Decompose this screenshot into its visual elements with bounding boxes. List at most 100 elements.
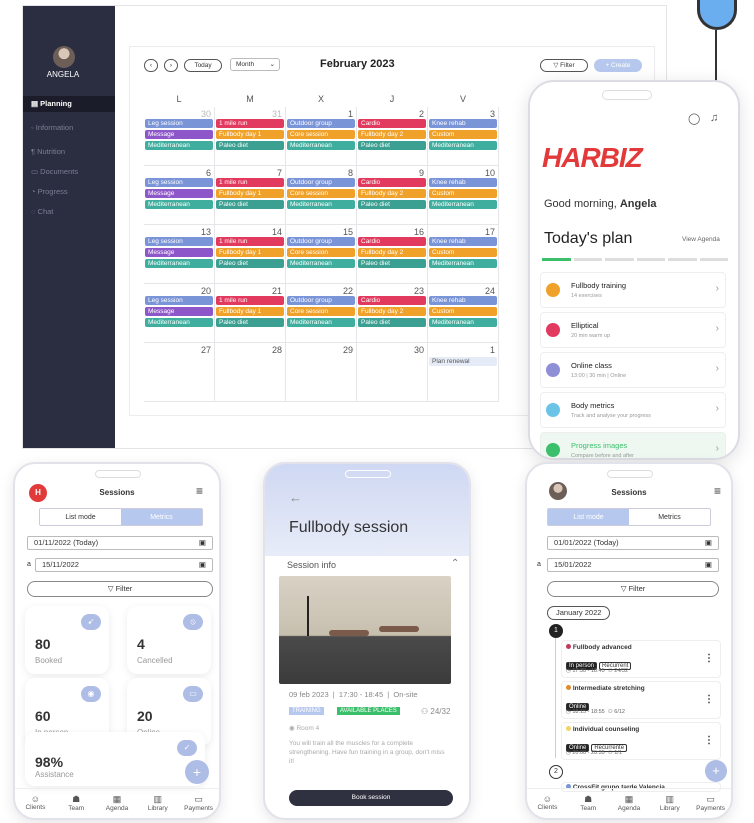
calendar-event[interactable]: Cardio xyxy=(358,296,426,305)
plan-item[interactable]: Online class 13:00 | 30 min | Online › xyxy=(540,352,726,388)
list-mode-tab[interactable]: List mode xyxy=(548,509,629,525)
calendar-day-cell[interactable]: 17 Knee rehab Custom Mediterranean xyxy=(428,225,499,284)
view-select[interactable]: Month ⌄ xyxy=(230,58,280,71)
more-options-icon[interactable]: ⋮ xyxy=(704,653,714,664)
calendar-event[interactable]: Outdoor group xyxy=(287,237,355,246)
calendar-event[interactable]: Outdoor group xyxy=(287,296,355,305)
filter-button[interactable]: ▽ Filter xyxy=(547,581,719,597)
calendar-event[interactable]: Mediterranean xyxy=(145,141,213,150)
tab-team[interactable]: ☗ Team xyxy=(568,789,609,818)
tab-payments[interactable]: ▭ Payments xyxy=(178,789,219,818)
book-session-button[interactable]: Book session xyxy=(289,790,453,806)
calendar-event[interactable]: Core session xyxy=(287,307,355,316)
filter-button[interactable]: ▽ Filter xyxy=(540,59,588,72)
avatar[interactable] xyxy=(53,46,75,68)
tab-clients[interactable]: ☺ Clients xyxy=(15,789,56,818)
calendar-event[interactable]: Mediterranean xyxy=(287,200,355,209)
date-to-field[interactable]: 15/01/2022 ▣ xyxy=(547,558,719,572)
chat-icon[interactable]: ◯ xyxy=(688,112,700,125)
calendar-event[interactable]: Fullbody day 1 xyxy=(216,307,284,316)
calendar-day-cell[interactable]: 20 Leg session Message Mediterranean xyxy=(144,284,215,343)
chevron-up-icon[interactable]: ⌃ xyxy=(451,558,459,569)
calendar-event[interactable]: Message xyxy=(145,307,213,316)
tab-clients[interactable]: ☺ Clients xyxy=(527,789,568,818)
metrics-tab[interactable]: Metrics xyxy=(121,509,202,525)
calendar-event[interactable]: Cardio xyxy=(358,119,426,128)
date-from-field[interactable]: 01/11/2022 (Today) ▣ xyxy=(27,536,213,550)
tab-agenda[interactable]: ▦ Agenda xyxy=(97,789,138,818)
calendar-event[interactable]: Leg session xyxy=(145,237,213,246)
calendar-day-cell[interactable]: 14 1 mile run Fullbody day 1 Paleo diet xyxy=(215,225,286,284)
sidebar-item-documents[interactable]: ▭ Documents xyxy=(23,164,115,180)
view-agenda-link[interactable]: View Agenda xyxy=(682,236,720,243)
calendar-event[interactable]: Custom xyxy=(429,130,497,139)
calendar-event[interactable]: Core session xyxy=(287,130,355,139)
calendar-event[interactable]: Cardio xyxy=(358,237,426,246)
sidebar-item-planning[interactable]: ▤ Planning xyxy=(23,96,115,112)
calendar-event[interactable]: Knee rehab xyxy=(429,119,497,128)
calendar-event[interactable]: Fullbody day 2 xyxy=(358,189,426,198)
calendar-event[interactable]: Fullbody day 2 xyxy=(358,130,426,139)
calendar-day-cell[interactable]: 16 Cardio Fullbody day 2 Paleo diet xyxy=(357,225,428,284)
calendar-event[interactable]: Fullbody day 1 xyxy=(216,130,284,139)
date-from-field[interactable]: 01/01/2022 (Today) ▣ xyxy=(547,536,719,550)
date-to-field[interactable]: 15/11/2022 ▣ xyxy=(35,558,213,572)
calendar-day-cell[interactable]: 15 Outdoor group Core session Mediterranean xyxy=(286,225,357,284)
calendar-event[interactable]: Mediterranean xyxy=(429,141,497,150)
calendar-day-cell[interactable]: 9 Cardio Fullbody day 2 Paleo diet xyxy=(357,166,428,225)
menu-icon[interactable]: ≡ xyxy=(714,484,721,498)
calendar-event[interactable]: Paleo diet xyxy=(216,318,284,327)
calendar-day-cell[interactable]: 30 xyxy=(357,343,428,402)
calendar-event[interactable]: Message xyxy=(145,130,213,139)
calendar-day-cell[interactable]: 1 Plan renewal xyxy=(428,343,499,402)
calendar-day-cell[interactable]: 6 Leg session Message Mediterranean xyxy=(144,166,215,225)
session-card[interactable]: Individual counseling Online Recurrente ◷ 2… xyxy=(561,722,721,760)
calendar-event[interactable]: Core session xyxy=(287,189,355,198)
calendar-day-cell[interactable]: 27 xyxy=(144,343,215,402)
calendar-day-cell[interactable]: 31 1 mile run Fullbody day 1 Paleo diet xyxy=(215,107,286,166)
calendar-day-cell[interactable]: 10 Knee rehab Custom Mediterranean xyxy=(428,166,499,225)
calendar-day-cell[interactable]: 13 Leg session Message Mediterranean xyxy=(144,225,215,284)
calendar-event[interactable]: Leg session xyxy=(145,296,213,305)
calendar-event[interactable]: 1 mile run xyxy=(216,296,284,305)
mode-switch[interactable]: List mode Metrics xyxy=(547,508,711,526)
sidebar-item-information[interactable]: ◦ Information xyxy=(23,120,115,136)
calendar-event[interactable]: Knee rehab xyxy=(429,178,497,187)
calendar-day-cell[interactable]: 1 Outdoor group Core session Mediterranean xyxy=(286,107,357,166)
calendar-event[interactable]: Paleo diet xyxy=(358,200,426,209)
create-button[interactable]: + Create xyxy=(594,59,642,72)
tab-payments[interactable]: ▭ Payments xyxy=(690,789,731,818)
calendar-event[interactable]: Fullbody day 2 xyxy=(358,248,426,257)
calendar-event[interactable]: 1 mile run xyxy=(216,178,284,187)
calendar-event[interactable]: Mediterranean xyxy=(287,259,355,268)
calendar-event[interactable]: Custom xyxy=(429,189,497,198)
calendar-event[interactable]: 1 mile run xyxy=(216,237,284,246)
calendar-event[interactable]: Fullbody day 1 xyxy=(216,248,284,257)
metrics-tab[interactable]: Metrics xyxy=(629,509,710,525)
calendar-event[interactable]: Core session xyxy=(287,248,355,257)
calendar-day-cell[interactable]: 8 Outdoor group Core session Mediterranean xyxy=(286,166,357,225)
more-options-icon[interactable]: ⋮ xyxy=(704,694,714,705)
list-mode-tab[interactable]: List mode xyxy=(40,509,121,525)
calendar-event[interactable]: Mediterranean xyxy=(287,141,355,150)
calendar-event[interactable]: Fullbody day 2 xyxy=(358,307,426,316)
calendar-day-cell[interactable]: 22 Outdoor group Core session Mediterranean xyxy=(286,284,357,343)
tab-library[interactable]: ▥ Library xyxy=(137,789,178,818)
calendar-day-cell[interactable]: 30 Leg session Message Mediterranean xyxy=(144,107,215,166)
calendar-event[interactable]: Outdoor group xyxy=(287,119,355,128)
tab-team[interactable]: ☗ Team xyxy=(56,789,97,818)
calendar-event[interactable]: Custom xyxy=(429,307,497,316)
calendar-event[interactable]: Paleo diet xyxy=(358,259,426,268)
add-button[interactable]: + xyxy=(705,760,727,782)
calendar-event[interactable]: Leg session xyxy=(145,119,213,128)
sidebar-item-progress[interactable]: ◔ Progress xyxy=(23,184,115,200)
calendar-day-cell[interactable]: 21 1 mile run Fullbody day 1 Paleo diet xyxy=(215,284,286,343)
calendar-day-cell[interactable]: 2 Cardio Fullbody day 2 Paleo diet xyxy=(357,107,428,166)
calendar-event[interactable]: Knee rehab xyxy=(429,296,497,305)
calendar-event[interactable]: Paleo diet xyxy=(358,141,426,150)
more-options-icon[interactable]: ⋮ xyxy=(704,735,714,746)
calendar-event[interactable]: Fullbody day 1 xyxy=(216,189,284,198)
today-button[interactable]: Today xyxy=(184,59,222,72)
calendar-event[interactable]: Mediterranean xyxy=(287,318,355,327)
prev-month-button[interactable]: ‹ xyxy=(144,59,158,72)
